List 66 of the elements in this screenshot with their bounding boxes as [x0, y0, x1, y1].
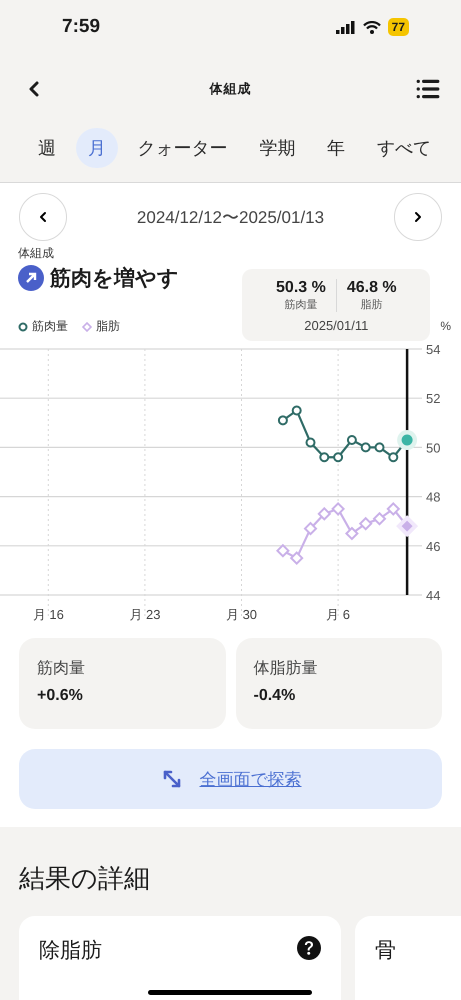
section-title: 結果の詳細: [19, 862, 151, 895]
data-point: [276, 544, 290, 558]
tooltip-date: 2025/01/11: [304, 318, 368, 333]
period-tab[interactable]: 月: [76, 128, 118, 168]
page-title: 体組成: [210, 80, 252, 98]
period-tab[interactable]: クォーター: [126, 128, 240, 168]
arrow-up-right-icon: [18, 265, 44, 291]
reading-label: 筋肉量: [284, 298, 318, 312]
section-label: 体組成: [18, 245, 55, 262]
period-tab[interactable]: 週: [26, 128, 68, 168]
axis-label: 48: [426, 490, 440, 505]
detail-card[interactable]: 骨: [355, 916, 461, 1000]
detail-card[interactable]: 除脂肪: [19, 916, 341, 1000]
axis-label: 月 23: [129, 607, 160, 622]
data-point: [331, 502, 346, 516]
data-point: [374, 442, 384, 452]
data-point: [278, 415, 288, 426]
circle-marker-icon: [18, 322, 28, 332]
axis-label: 月 30: [226, 607, 258, 622]
card-title: 除脂肪: [39, 938, 102, 964]
data-point: [292, 406, 302, 416]
data-point: [333, 452, 344, 462]
data-point: [346, 435, 357, 446]
diamond-marker-icon: [82, 322, 92, 332]
period-tab[interactable]: 学期: [247, 128, 308, 168]
period-tab[interactable]: 年: [315, 128, 358, 168]
date-range: 2024/12/12〜2025/01/13: [136, 206, 324, 228]
data-point: [344, 526, 359, 540]
highlight-point: [396, 515, 418, 538]
data-point: [290, 551, 304, 566]
legend-label: 脂肪: [96, 318, 120, 335]
data-point: [304, 522, 318, 536]
help-icon[interactable]: [297, 936, 321, 960]
reading-value: 46.8 %: [346, 279, 397, 297]
reading-label: 脂肪: [360, 298, 383, 312]
card-title: 骨: [375, 938, 396, 964]
wifi-icon: [362, 20, 381, 34]
data-point: [317, 506, 332, 521]
reading-value: 50.3 %: [276, 279, 326, 297]
data-point: [386, 502, 400, 516]
summary-label: 体脂肪量: [254, 658, 318, 679]
data-point: [372, 512, 386, 526]
axis-label: 月 6: [326, 607, 350, 622]
axis-unit: %: [440, 319, 451, 335]
axis-label: 50: [426, 440, 440, 456]
data-point: [319, 452, 330, 462]
axis-label: 44: [426, 588, 440, 603]
status-time: 7:59: [62, 16, 100, 38]
summary-value: -0.4%: [254, 687, 296, 705]
axis-label: 54: [426, 342, 440, 357]
data-point: [360, 442, 371, 452]
axis-label: 月 16: [32, 607, 64, 622]
summary-label: 筋肉量: [37, 659, 86, 679]
goal-title: 筋肉を増やす: [50, 266, 179, 292]
highlight-point: [397, 430, 418, 450]
axis-label: 52: [426, 391, 440, 406]
axis-label: 46: [426, 538, 440, 554]
data-point: [358, 516, 373, 531]
signal-icon: [336, 20, 356, 34]
period-tab[interactable]: すべて: [364, 128, 443, 168]
summary-value: +0.6%: [37, 687, 84, 705]
battery-level: 77: [388, 18, 409, 36]
data-point: [306, 437, 316, 448]
legend-label: 筋肉量: [32, 318, 68, 335]
data-point: [388, 452, 398, 462]
explore-button[interactable]: 全画面で探索: [19, 749, 442, 809]
